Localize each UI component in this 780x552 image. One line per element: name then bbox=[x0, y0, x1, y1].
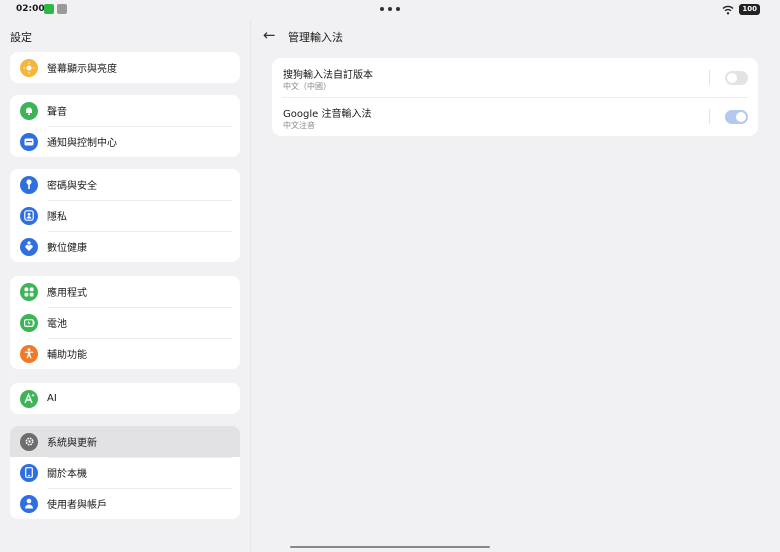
sidebar-item-system-update[interactable]: 系統與更新 bbox=[10, 426, 240, 457]
sidebar-item-label: 應用程式 bbox=[47, 288, 87, 299]
sidebar-title: 設定 bbox=[10, 31, 32, 44]
list-item[interactable]: Google 注音輸入法 中文注音 bbox=[272, 97, 758, 136]
sidebar-item-ai[interactable]: AI bbox=[10, 383, 240, 414]
sidebar-item-label: 隱私 bbox=[47, 212, 67, 223]
sidebar-item-display[interactable]: 螢幕顯示與亮度 bbox=[10, 52, 240, 83]
battery-icon bbox=[20, 313, 38, 332]
toggle-knob bbox=[727, 73, 737, 83]
toggle-knob bbox=[736, 112, 746, 122]
keyboard-list: 搜狗輸入法自訂版本 中文（中國） Google 注音輸入法 中文注音 bbox=[272, 58, 758, 136]
google-zhuyin-toggle[interactable] bbox=[725, 110, 748, 124]
sidebar-item-privacy[interactable]: 隱私 bbox=[10, 200, 240, 231]
sidebar-group-sound: 聲音 通知與控制中心 bbox=[10, 95, 240, 157]
wellbeing-icon bbox=[20, 237, 38, 256]
status-right-icons: 100 bbox=[722, 4, 760, 15]
sidebar-item-label: 通知與控制中心 bbox=[47, 138, 117, 149]
sidebar-item-label: 輔助功能 bbox=[47, 350, 87, 361]
sidebar-item-sound[interactable]: 聲音 bbox=[10, 95, 240, 126]
sidebar-item-label: 電池 bbox=[47, 319, 67, 330]
keyboard-title: Google 注音輸入法 bbox=[283, 109, 372, 120]
sidebar-item-label: 關於本機 bbox=[47, 469, 87, 480]
settings-sidebar: 設定 螢幕顯示與亮度 聲音 通知與控制中心 密碼與安全 隱私 數位健康 應用程式… bbox=[0, 20, 250, 552]
wifi-icon bbox=[722, 5, 734, 14]
apps-icon bbox=[20, 282, 38, 301]
sun-icon bbox=[20, 58, 38, 77]
home-indicator[interactable] bbox=[290, 546, 490, 548]
sidebar-item-label: 使用者與帳戶 bbox=[47, 500, 107, 511]
sidebar-item-label: 密碼與安全 bbox=[47, 181, 97, 192]
gear-icon bbox=[20, 432, 38, 451]
sidebar-group-security: 密碼與安全 隱私 數位健康 bbox=[10, 169, 240, 262]
sidebar-item-label: 螢幕顯示與亮度 bbox=[47, 64, 117, 75]
sidebar-item-password-security[interactable]: 密碼與安全 bbox=[10, 169, 240, 200]
privacy-icon bbox=[20, 206, 38, 225]
sidebar-item-apps[interactable]: 應用程式 bbox=[10, 276, 240, 307]
main-pane: ← 管理輸入法 搜狗輸入法自訂版本 中文（中國） Google 注音輸入法 中文… bbox=[251, 20, 780, 552]
sidebar-item-notifications[interactable]: 通知與控制中心 bbox=[10, 126, 240, 157]
settings-notification-icon bbox=[57, 4, 67, 14]
user-icon bbox=[20, 494, 38, 513]
keyboard-subtitle: 中文注音 bbox=[283, 121, 315, 130]
sidebar-item-about-device[interactable]: 關於本機 bbox=[10, 457, 240, 488]
accessibility-icon bbox=[20, 344, 38, 363]
sidebar-item-digital-wellbeing[interactable]: 數位健康 bbox=[10, 231, 240, 262]
multitask-dots-icon[interactable] bbox=[380, 7, 400, 11]
status-notification-icons bbox=[44, 4, 67, 14]
sidebar-item-accessibility[interactable]: 輔助功能 bbox=[10, 338, 240, 369]
sidebar-item-label: 聲音 bbox=[47, 107, 67, 118]
bell-icon bbox=[20, 101, 38, 120]
back-arrow-icon[interactable]: ← bbox=[263, 26, 276, 44]
keyboard-subtitle: 中文（中國） bbox=[283, 82, 331, 91]
ai-icon bbox=[20, 389, 38, 408]
list-item[interactable]: 搜狗輸入法自訂版本 中文（中國） bbox=[272, 58, 758, 97]
app-notification-icon bbox=[44, 4, 54, 14]
sidebar-item-label: 系統與更新 bbox=[47, 438, 97, 449]
sidebar-item-battery[interactable]: 電池 bbox=[10, 307, 240, 338]
status-time: 02:00 bbox=[16, 4, 45, 14]
key-icon bbox=[20, 175, 38, 194]
phone-icon bbox=[20, 463, 38, 482]
battery-indicator: 100 bbox=[739, 4, 760, 15]
notification-icon bbox=[20, 132, 38, 151]
status-bar: 02:00 100 bbox=[0, 0, 780, 20]
sidebar-item-label: 數位健康 bbox=[47, 243, 87, 254]
sidebar-group-display: 螢幕顯示與亮度 bbox=[10, 52, 240, 83]
sidebar-item-label: AI bbox=[47, 393, 57, 404]
sidebar-group-apps: 應用程式 電池 輔助功能 bbox=[10, 276, 240, 369]
keyboard-title: 搜狗輸入法自訂版本 bbox=[283, 70, 373, 81]
sidebar-group-ai: AI bbox=[10, 383, 240, 414]
sidebar-group-system: 系統與更新 關於本機 使用者與帳戶 bbox=[10, 426, 240, 519]
sidebar-item-users-accounts[interactable]: 使用者與帳戶 bbox=[10, 488, 240, 519]
row-separator bbox=[709, 109, 710, 124]
row-separator bbox=[709, 70, 710, 85]
sogou-toggle[interactable] bbox=[725, 71, 748, 85]
page-title: 管理輸入法 bbox=[288, 31, 343, 44]
